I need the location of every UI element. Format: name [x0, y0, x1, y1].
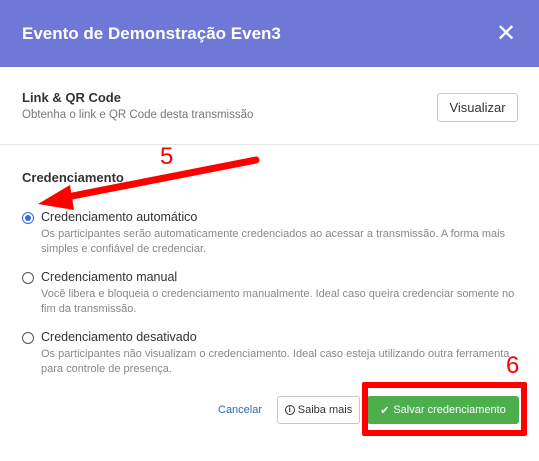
annotation-arrow [38, 156, 260, 210]
